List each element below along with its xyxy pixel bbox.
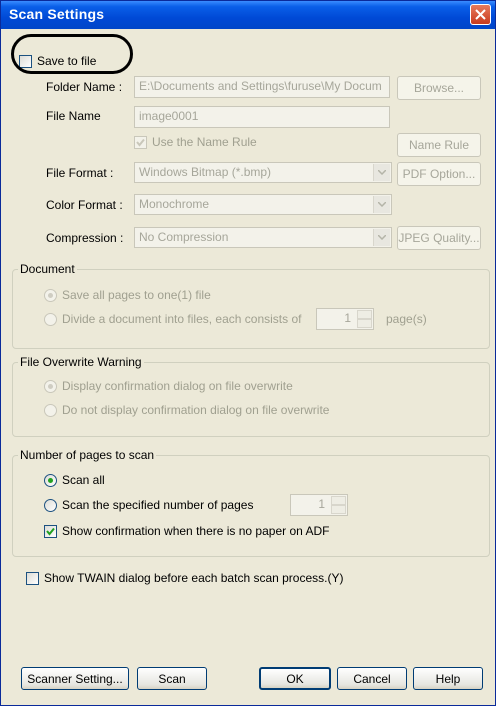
no-overwrite-dialog-label: Do not display confirmation dialog on fi… <box>62 403 330 417</box>
save-all-one-file-label: Save all pages to one(1) file <box>62 288 211 302</box>
spin-up-icon[interactable] <box>357 310 372 319</box>
scan-button[interactable]: Scan <box>137 667 207 690</box>
color-format-select[interactable]: Monochrome <box>134 194 392 215</box>
scan-settings-window: Scan Settings Save to file Folder Name :… <box>0 0 496 706</box>
chevron-down-icon <box>378 235 386 240</box>
dropdown-arrow[interactable] <box>373 229 390 246</box>
use-name-rule-label: Use the Name Rule <box>152 135 257 149</box>
scan-pages-spinner[interactable]: 1 <box>290 494 348 516</box>
scan-pages-value: 1 <box>318 497 325 511</box>
close-button[interactable] <box>470 4 491 25</box>
color-format-label: Color Format : <box>46 198 123 212</box>
compression-value: No Compression <box>139 230 229 244</box>
use-name-rule-checkbox[interactable] <box>134 136 147 149</box>
highlight-circle <box>11 34 133 74</box>
compression-label: Compression : <box>46 231 124 245</box>
jpeg-quality-button[interactable]: JPEG Quality... <box>397 226 481 250</box>
file-format-select[interactable]: Windows Bitmap (*.bmp) <box>134 162 392 183</box>
pages-unit-label: page(s) <box>386 312 427 326</box>
show-twain-dialog-checkbox[interactable] <box>26 572 39 585</box>
divide-document-label: Divide a document into files, each consi… <box>62 312 302 326</box>
chevron-down-icon <box>378 170 386 175</box>
checkmark-icon <box>136 138 145 147</box>
dropdown-arrow[interactable] <box>373 196 390 213</box>
display-overwrite-dialog-radio[interactable] <box>44 380 57 393</box>
confirm-no-paper-checkbox[interactable] <box>44 525 57 538</box>
browse-button[interactable]: Browse... <box>397 76 481 100</box>
color-format-value: Monochrome <box>139 197 210 211</box>
overwrite-warning-title: File Overwrite Warning <box>18 355 144 369</box>
compression-select[interactable]: No Compression <box>134 227 392 248</box>
overwrite-warning-group <box>12 362 490 437</box>
ok-button[interactable]: OK <box>259 667 331 690</box>
spin-up-icon[interactable] <box>331 496 346 505</box>
document-group-title: Document <box>18 262 77 276</box>
checkmark-icon <box>46 527 55 536</box>
chevron-down-icon <box>378 202 386 207</box>
file-name-label: File Name <box>46 109 101 123</box>
no-overwrite-dialog-radio[interactable] <box>44 404 57 417</box>
dialog-body: Save to file Folder Name : E:\Documents … <box>4 29 492 703</box>
scanner-setting-button[interactable]: Scanner Setting... <box>21 667 129 690</box>
pages-to-scan-title: Number of pages to scan <box>18 448 157 462</box>
cancel-button[interactable]: Cancel <box>337 667 407 690</box>
save-all-one-file-radio[interactable] <box>44 289 57 302</box>
close-icon <box>475 9 486 20</box>
show-twain-dialog-label: Show TWAIN dialog before each batch scan… <box>44 571 344 585</box>
scan-specified-label: Scan the specified number of pages <box>62 498 254 512</box>
help-button[interactable]: Help <box>413 667 483 690</box>
file-format-value: Windows Bitmap (*.bmp) <box>139 165 272 179</box>
name-rule-button[interactable]: Name Rule <box>397 133 481 157</box>
document-group <box>12 269 490 349</box>
title-bar[interactable]: Scan Settings <box>1 1 495 29</box>
dropdown-arrow[interactable] <box>373 164 390 181</box>
file-format-label: File Format : <box>46 166 114 180</box>
file-name-field[interactable]: image0001 <box>134 106 390 128</box>
pdf-option-button[interactable]: PDF Option... <box>397 162 481 186</box>
folder-name-label: Folder Name : <box>46 80 123 94</box>
spin-down-icon[interactable] <box>331 505 346 514</box>
scan-specified-radio[interactable] <box>44 499 57 512</box>
folder-name-field[interactable]: E:\Documents and Settings\furuse\My Docu… <box>134 76 390 98</box>
confirm-no-paper-label: Show confirmation when there is no paper… <box>62 524 330 538</box>
spin-down-icon[interactable] <box>357 319 372 328</box>
scan-all-radio[interactable] <box>44 474 57 487</box>
display-overwrite-dialog-label: Display confirmation dialog on file over… <box>62 379 293 393</box>
divide-document-radio[interactable] <box>44 313 57 326</box>
window-title: Scan Settings <box>9 6 105 22</box>
scan-all-label: Scan all <box>62 473 105 487</box>
document-pages-spinner[interactable]: 1 <box>316 308 374 330</box>
document-pages-value: 1 <box>344 311 351 325</box>
